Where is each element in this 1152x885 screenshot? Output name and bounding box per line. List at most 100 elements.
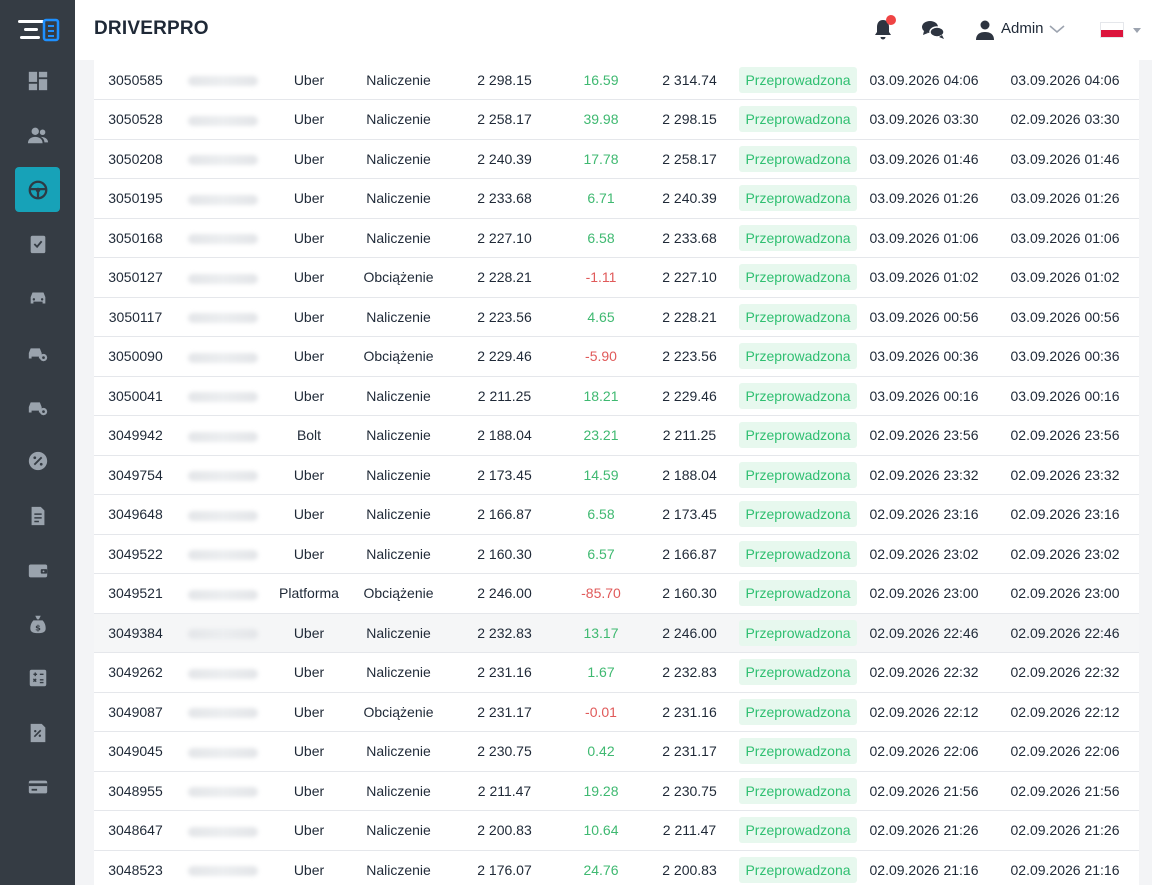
redacted-name xyxy=(187,510,258,521)
status-cell: Przeprowadzona xyxy=(739,810,857,851)
balance-before: 2 228.21 xyxy=(447,257,562,298)
table-row[interactable]: 3050195 Uber Naliczenie 2 233.68 6.71 2 240.3… xyxy=(94,178,1139,219)
table-row[interactable]: 3049262 Uber Naliczenie 2 231.16 1.67 2 232.8… xyxy=(94,652,1139,693)
calculator-icon xyxy=(29,669,46,686)
table-row[interactable]: 3049754 Uber Naliczenie 2 173.45 14.59 2 188.… xyxy=(94,455,1139,495)
sidebar-item-car-settings[interactable] xyxy=(15,384,60,429)
amount: 17.78 xyxy=(562,139,640,179)
processed-date: 02.09.2026 23:56 xyxy=(991,415,1139,456)
chevron-down-icon[interactable] xyxy=(1047,22,1067,36)
status-badge: Przeprowadzona xyxy=(739,382,857,409)
platform: Uber xyxy=(268,218,350,258)
driver-name-blurred xyxy=(177,336,268,377)
chat-icon xyxy=(922,21,945,39)
sidebar-item-wallet[interactable] xyxy=(15,547,60,592)
transaction-id: 3050041 xyxy=(94,376,177,416)
notifications-button[interactable] xyxy=(871,15,896,42)
table-row[interactable]: 3050127 Uber Obciążenie 2 228.21 -1.11 2 227.… xyxy=(94,257,1139,298)
tax-receipt-icon xyxy=(30,723,45,742)
svg-text:$: $ xyxy=(35,622,41,632)
redacted-name xyxy=(187,787,258,798)
table-row[interactable]: 3050528 Uber Naliczenie 2 258.17 39.98 2 298.… xyxy=(94,99,1139,140)
sidebar-item-payouts[interactable]: $ xyxy=(15,601,60,646)
transaction-id: 3049384 xyxy=(94,613,177,653)
balance-after: 2 211.25 xyxy=(640,415,739,456)
table-row[interactable]: 3049384 Uber Naliczenie 2 232.83 13.17 2 246.… xyxy=(94,613,1139,653)
sidebar-item-invoices[interactable] xyxy=(15,493,60,538)
table-row[interactable]: 3049648 Uber Naliczenie 2 166.87 6.58 2 173.4… xyxy=(94,494,1139,535)
language-flag-poland[interactable] xyxy=(1100,22,1124,38)
table-row[interactable]: 3048523 Uber Naliczenie 2 176.07 24.76 2 200.… xyxy=(94,850,1139,885)
created-date: 03.09.2026 03:30 xyxy=(857,99,991,140)
operation-type: Naliczenie xyxy=(350,60,447,100)
processed-date: 02.09.2026 21:26 xyxy=(991,810,1139,851)
sidebar-item-cars[interactable] xyxy=(15,275,60,320)
status-cell: Przeprowadzona xyxy=(739,297,857,337)
operation-type: Obciążenie xyxy=(350,573,447,614)
sidebar-item-discounts[interactable] xyxy=(15,438,60,483)
table-row[interactable]: 3050117 Uber Naliczenie 2 223.56 4.65 2 228.2… xyxy=(94,297,1139,337)
transaction-id: 3050117 xyxy=(94,297,177,337)
table-row[interactable]: 3048955 Uber Naliczenie 2 211.47 19.28 2 230.… xyxy=(94,771,1139,811)
status-cell: Przeprowadzona xyxy=(739,336,857,377)
table-row[interactable]: 3049045 Uber Naliczenie 2 230.75 0.42 2 231.1… xyxy=(94,731,1139,772)
created-date: 03.09.2026 01:02 xyxy=(857,257,991,298)
transaction-id: 3048523 xyxy=(94,850,177,885)
amount: 1.67 xyxy=(562,652,640,693)
sidebar-item-taxes[interactable] xyxy=(15,710,60,755)
created-date: 02.09.2026 22:06 xyxy=(857,731,991,772)
status-cell: Przeprowadzona xyxy=(739,455,857,495)
sidebar-item-tasks[interactable] xyxy=(15,221,60,266)
transaction-id: 3050195 xyxy=(94,178,177,219)
user-avatar[interactable] xyxy=(973,18,997,42)
user-menu-label[interactable]: Admin xyxy=(1001,20,1044,37)
operation-type: Naliczenie xyxy=(350,218,447,258)
operation-type: Naliczenie xyxy=(350,731,447,772)
transaction-id: 3050528 xyxy=(94,99,177,140)
driver-name-blurred xyxy=(177,534,268,574)
balance-before: 2 230.75 xyxy=(447,731,562,772)
sidebar-item-settlements[interactable] xyxy=(15,655,60,700)
sidebar-item-users[interactable] xyxy=(15,112,60,157)
table-row[interactable]: 3049521 Platforma Obciążenie 2 246.00 -85.70… xyxy=(94,573,1139,614)
sidebar-item-car-service[interactable] xyxy=(15,330,60,375)
table-row[interactable]: 3050585 Uber Naliczenie 2 298.15 16.59 2 314.… xyxy=(94,60,1139,100)
platform: Uber xyxy=(268,613,350,653)
sidebar: $ xyxy=(0,0,75,885)
table-row[interactable]: 3048647 Uber Naliczenie 2 200.83 10.64 2 211.… xyxy=(94,810,1139,851)
created-date: 02.09.2026 23:56 xyxy=(857,415,991,456)
balance-before: 2 229.46 xyxy=(447,336,562,377)
driver-name-blurred xyxy=(177,178,268,219)
status-badge: Przeprowadzona xyxy=(739,66,857,93)
table-row[interactable]: 3049087 Uber Obciążenie 2 231.17 -0.01 2 231.… xyxy=(94,692,1139,732)
status-badge: Przeprowadzona xyxy=(739,303,857,330)
sidebar-item-cards[interactable] xyxy=(15,764,60,809)
sidebar-item-drivers[interactable] xyxy=(15,167,60,212)
status-cell: Przeprowadzona xyxy=(739,60,857,100)
redacted-name xyxy=(187,115,258,126)
driverpro-logo-icon[interactable] xyxy=(18,16,60,44)
status-badge: Przeprowadzona xyxy=(739,777,857,804)
balance-before: 2 173.45 xyxy=(447,455,562,495)
messages-button[interactable] xyxy=(921,18,945,42)
table-row[interactable]: 3050208 Uber Naliczenie 2 240.39 17.78 2 258.… xyxy=(94,139,1139,179)
table-row[interactable]: 3049942 Bolt Naliczenie 2 188.04 23.21 2 211.… xyxy=(94,415,1139,456)
caret-down-icon[interactable] xyxy=(1133,28,1141,33)
transaction-id: 3049522 xyxy=(94,534,177,574)
car-settings-icon xyxy=(28,347,47,361)
balance-after: 2 240.39 xyxy=(640,178,739,219)
redacted-name xyxy=(187,75,258,86)
amount: 16.59 xyxy=(562,60,640,100)
driver-name-blurred xyxy=(177,376,268,416)
amount: 18.21 xyxy=(562,376,640,416)
platform: Uber xyxy=(268,534,350,574)
table-row[interactable]: 3050090 Uber Obciążenie 2 229.46 -5.90 2 223.… xyxy=(94,336,1139,377)
table-row[interactable]: 3050168 Uber Naliczenie 2 227.10 6.58 2 233.6… xyxy=(94,218,1139,258)
status-badge: Przeprowadzona xyxy=(739,185,857,212)
table-row[interactable]: 3049522 Uber Naliczenie 2 160.30 6.57 2 166.8… xyxy=(94,534,1139,574)
driver-name-blurred xyxy=(177,652,268,693)
table-row[interactable]: 3050041 Uber Naliczenie 2 211.25 18.21 2 229.… xyxy=(94,376,1139,416)
steering-wheel-icon xyxy=(28,180,47,199)
sidebar-item-dashboard[interactable] xyxy=(15,58,60,103)
platform: Uber xyxy=(268,494,350,535)
